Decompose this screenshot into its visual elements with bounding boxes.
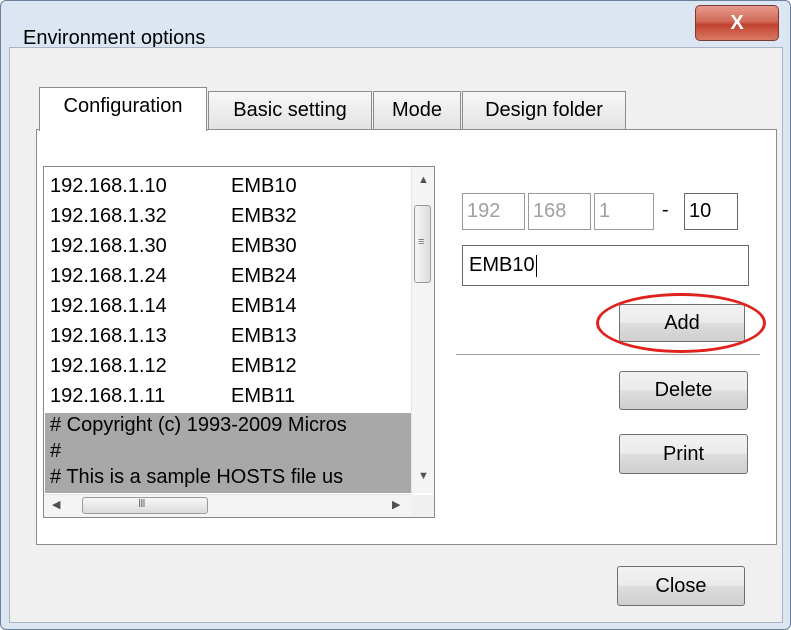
list-item-name: EMB14 [231, 295, 297, 317]
list-item[interactable]: 192.168.1.30 EMB30 [50, 234, 297, 259]
scrollbar-corner [412, 495, 434, 517]
delete-button[interactable]: Delete [619, 371, 748, 410]
host-name-field[interactable]: EMB10 [462, 245, 749, 286]
list-item-ip: 192.168.1.24 [50, 265, 167, 287]
host-name-value: EMB10 [469, 254, 535, 276]
ip-octet-1-field[interactable]: 192 [462, 193, 525, 230]
list-item-name: EMB10 [231, 175, 297, 197]
vertical-scroll-thumb[interactable]: ≡ [414, 205, 431, 283]
scroll-left-arrow-icon[interactable]: ◀ [52, 500, 60, 511]
horizontal-scrollbar[interactable]: ◀ Ⅲ ▶ [44, 494, 412, 517]
list-item-ip: 192.168.1.32 [50, 205, 167, 227]
list-item[interactable]: 192.168.1.11 EMB11 [50, 384, 295, 409]
selected-comment-block[interactable]: # Copyright (c) 1993-2009 Micros # # Thi… [45, 413, 413, 493]
list-item-ip: 192.168.1.30 [50, 235, 167, 257]
list-item[interactable]: 192.168.1.13 EMB13 [50, 324, 297, 349]
list-item-name: EMB30 [231, 235, 297, 257]
vertical-scrollbar[interactable]: ▲ ≡ ▼ [411, 167, 434, 493]
list-item-ip: 192.168.1.11 [50, 385, 166, 407]
comment-line: # [50, 440, 62, 462]
list-item-ip: 192.168.1.12 [50, 355, 167, 377]
list-item[interactable]: 192.168.1.32 EMB32 [50, 204, 297, 229]
title-bar[interactable]: Environment options X [1, 1, 790, 49]
list-item-ip: 192.168.1.14 [50, 295, 167, 317]
text-caret [535, 254, 537, 277]
list-item[interactable]: 192.168.1.24 EMB24 [50, 264, 297, 289]
tab-basic-setting[interactable]: Basic setting [208, 91, 372, 129]
list-item-ip: 192.168.1.10 [50, 175, 167, 197]
comment-line: # Copyright (c) 1993-2009 Micros [50, 414, 347, 436]
list-item[interactable]: 192.168.1.10 EMB10 [50, 174, 297, 199]
tab-mode[interactable]: Mode [373, 91, 461, 129]
close-button[interactable]: Close [617, 566, 745, 606]
tab-configuration[interactable]: Configuration [39, 87, 207, 131]
list-item-name: EMB13 [231, 325, 297, 347]
separator [456, 354, 760, 358]
horizontal-scroll-thumb[interactable]: Ⅲ [82, 497, 208, 514]
list-item-name: EMB12 [231, 355, 297, 377]
comment-line: # This is a sample HOSTS file us [50, 466, 344, 488]
scroll-down-arrow-icon[interactable]: ▼ [418, 471, 429, 482]
tab-design-folder[interactable]: Design folder [462, 91, 626, 129]
list-item-name: EMB24 [231, 265, 297, 287]
list-item-name: EMB32 [231, 205, 297, 227]
ip-octet-4-field[interactable]: 10 [684, 193, 738, 230]
print-button[interactable]: Print [619, 434, 748, 474]
ip-octet-2-field[interactable]: 168 [528, 193, 591, 230]
scroll-up-arrow-icon[interactable]: ▲ [418, 175, 429, 186]
ip-range-separator: - [662, 199, 669, 221]
list-item[interactable]: 192.168.1.12 EMB12 [50, 354, 297, 379]
scroll-right-arrow-icon[interactable]: ▶ [392, 500, 400, 511]
grip-icon: ≡ [418, 236, 425, 248]
add-button[interactable]: Add [619, 304, 745, 342]
host-list[interactable]: 192.168.1.10 EMB10 192.168.1.32 EMB32 192.… [43, 166, 435, 518]
list-item-name: EMB11 [231, 385, 296, 407]
list-item[interactable]: 192.168.1.14 EMB14 [50, 294, 297, 319]
list-item-ip: 192.168.1.13 [50, 325, 167, 347]
ip-octet-3-field[interactable]: 1 [594, 193, 654, 230]
window-close-button[interactable]: X [695, 5, 779, 41]
grip-icon: Ⅲ [138, 498, 146, 510]
